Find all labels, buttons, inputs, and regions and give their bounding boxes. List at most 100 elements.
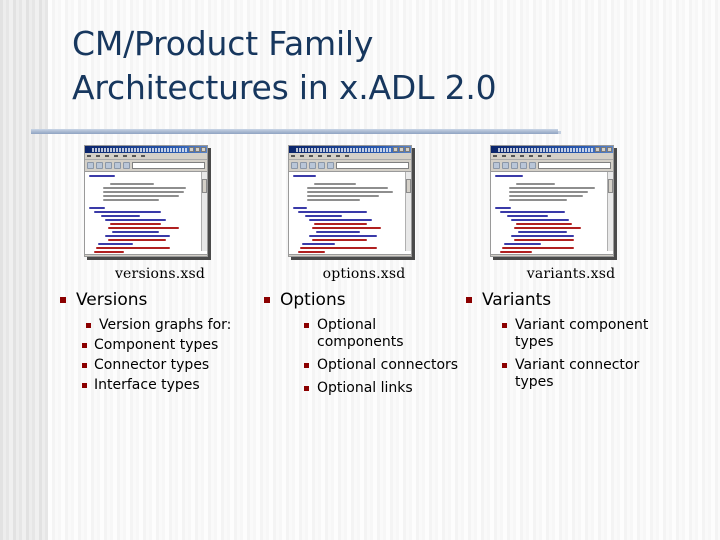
scrollbar-thumb[interactable] bbox=[608, 179, 613, 193]
heading-label: Variants bbox=[482, 290, 552, 310]
screenshot-thumbnail-variants[interactable] bbox=[490, 145, 617, 260]
maximize-icon[interactable] bbox=[195, 147, 200, 152]
code-line bbox=[293, 207, 307, 209]
browser-toolbar bbox=[289, 160, 411, 172]
minimize-icon[interactable] bbox=[595, 147, 600, 152]
back-icon[interactable] bbox=[87, 162, 94, 169]
code-line bbox=[293, 175, 317, 177]
refresh-icon[interactable] bbox=[318, 162, 325, 169]
status-text bbox=[493, 257, 587, 258]
list-item: Variant connector types bbox=[502, 357, 676, 391]
browser-menu-bar bbox=[491, 153, 613, 160]
refresh-icon[interactable] bbox=[114, 162, 121, 169]
code-line bbox=[105, 235, 171, 237]
list-item-label: Variant connector types bbox=[515, 357, 640, 390]
code-line bbox=[504, 243, 542, 245]
code-line bbox=[102, 195, 180, 197]
stop-icon[interactable] bbox=[511, 162, 518, 169]
scrollbar-thumb[interactable] bbox=[202, 179, 207, 193]
list-item-label: Optional components bbox=[317, 317, 404, 350]
code-line bbox=[109, 183, 154, 185]
code-line bbox=[102, 199, 159, 201]
forward-icon[interactable] bbox=[502, 162, 509, 169]
thumbnail-caption: variants.xsd bbox=[526, 266, 616, 282]
stop-icon[interactable] bbox=[309, 162, 316, 169]
bullet-square-icon bbox=[86, 323, 91, 328]
code-line bbox=[304, 215, 342, 217]
browser-toolbar bbox=[85, 160, 207, 172]
code-line bbox=[513, 239, 574, 241]
status-text bbox=[291, 257, 385, 258]
forward-icon[interactable] bbox=[96, 162, 103, 169]
vertical-scrollbar[interactable] bbox=[607, 172, 613, 251]
close-icon[interactable] bbox=[201, 147, 206, 152]
background-stripe-band bbox=[0, 0, 48, 540]
close-icon[interactable] bbox=[405, 147, 410, 152]
vertical-scrollbar[interactable] bbox=[201, 172, 207, 251]
code-line bbox=[508, 191, 588, 193]
browser-window bbox=[84, 145, 208, 257]
address-bar[interactable] bbox=[336, 162, 409, 169]
browser-toolbar bbox=[491, 160, 613, 172]
title-divider-tail bbox=[558, 131, 561, 134]
code-line bbox=[495, 207, 512, 209]
code-line bbox=[102, 187, 187, 189]
bullet-square-icon bbox=[82, 343, 87, 348]
browser-title-text bbox=[498, 147, 594, 152]
scrollbar-thumb[interactable] bbox=[406, 179, 411, 193]
slide-canvas: CM/Product Family Architectures in x.ADL… bbox=[0, 0, 720, 540]
status-text bbox=[87, 257, 181, 258]
thumbnail-caption: versions.xsd bbox=[114, 266, 206, 282]
minimize-icon[interactable] bbox=[189, 147, 194, 152]
code-line bbox=[508, 187, 595, 189]
maximize-icon[interactable] bbox=[601, 147, 606, 152]
list-item: Connector types bbox=[82, 357, 260, 374]
screenshot-thumbnail-options[interactable] bbox=[288, 145, 415, 260]
address-bar[interactable] bbox=[538, 162, 611, 169]
address-bar[interactable] bbox=[132, 162, 205, 169]
stop-icon[interactable] bbox=[105, 162, 112, 169]
refresh-icon[interactable] bbox=[520, 162, 527, 169]
vertical-scrollbar[interactable] bbox=[405, 172, 411, 251]
close-icon[interactable] bbox=[607, 147, 612, 152]
list-item: Optional components bbox=[304, 317, 464, 351]
content-column-versions: versions.xsd Versions Version graphs for… bbox=[60, 145, 260, 394]
code-line bbox=[316, 231, 361, 233]
bullet-square-icon bbox=[502, 363, 507, 368]
bullet-square-icon bbox=[466, 297, 472, 303]
code-line bbox=[306, 187, 389, 189]
list-item-label: Version graphs for: bbox=[99, 317, 232, 333]
code-line bbox=[109, 223, 161, 225]
browser-title-bar bbox=[289, 146, 411, 153]
code-line bbox=[313, 183, 356, 185]
code-line bbox=[302, 243, 335, 245]
code-line bbox=[515, 183, 556, 185]
code-line bbox=[506, 215, 549, 217]
code-line bbox=[311, 239, 368, 241]
home-icon[interactable] bbox=[123, 162, 130, 169]
xml-source-view bbox=[85, 172, 207, 254]
screenshot-thumbnail-versions[interactable] bbox=[84, 145, 211, 260]
home-icon[interactable] bbox=[327, 162, 334, 169]
home-icon[interactable] bbox=[529, 162, 536, 169]
bullet-square-icon bbox=[264, 297, 270, 303]
list-item: Variant component types bbox=[502, 317, 676, 351]
browser-title-bar bbox=[85, 146, 207, 153]
minimize-icon[interactable] bbox=[393, 147, 398, 152]
code-line bbox=[513, 227, 581, 229]
code-line bbox=[313, 223, 368, 225]
list-item-label: Connector types bbox=[94, 357, 210, 373]
list-item: Optional links bbox=[304, 380, 464, 397]
back-icon[interactable] bbox=[493, 162, 500, 169]
code-line bbox=[299, 247, 377, 249]
code-line bbox=[518, 231, 567, 233]
back-icon[interactable] bbox=[291, 162, 298, 169]
bullet-square-icon bbox=[304, 323, 309, 328]
code-line bbox=[499, 251, 533, 253]
code-line bbox=[105, 219, 166, 221]
forward-icon[interactable] bbox=[300, 162, 307, 169]
maximize-icon[interactable] bbox=[399, 147, 404, 152]
list-item: Component types bbox=[82, 337, 260, 354]
list-item: Optional connectors bbox=[304, 357, 464, 374]
column-heading-versions: Versions bbox=[60, 290, 260, 311]
